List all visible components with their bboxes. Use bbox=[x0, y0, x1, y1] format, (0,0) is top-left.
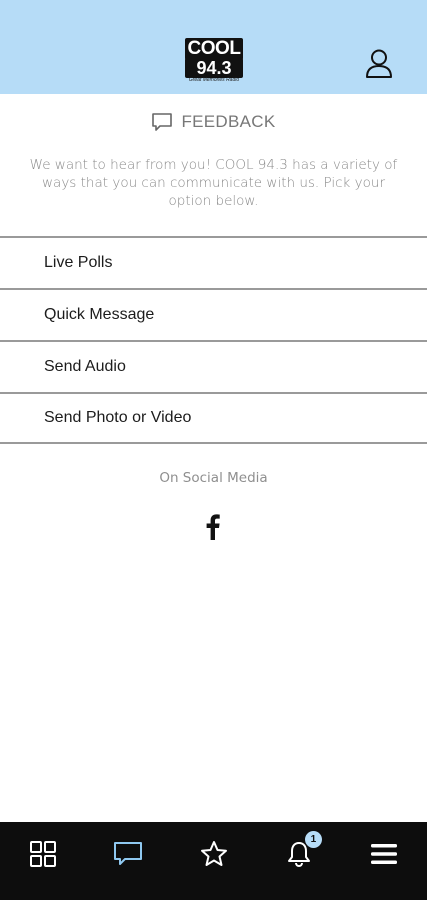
menu-item-label: Send Audio bbox=[44, 358, 126, 375]
logo-text-line1: COOL bbox=[185, 38, 243, 60]
menu-item-label: Quick Message bbox=[44, 306, 155, 323]
station-logo: COOL 94.3 Great Memories Radio bbox=[181, 38, 247, 84]
chat-icon bbox=[152, 113, 173, 131]
user-icon bbox=[366, 49, 392, 78]
nav-home[interactable] bbox=[0, 822, 85, 900]
nav-menu[interactable] bbox=[342, 822, 427, 900]
menu-item-quick-message[interactable]: Quick Message bbox=[0, 288, 427, 340]
app-header: COOL 94.3 Great Memories Radio bbox=[0, 0, 427, 94]
nav-favorites[interactable] bbox=[171, 822, 256, 900]
bottom-navigation: 1 bbox=[0, 822, 427, 900]
feedback-options-list: Live Polls Quick Message Send Audio Send… bbox=[0, 236, 427, 444]
menu-item-live-polls[interactable]: Live Polls bbox=[0, 236, 427, 288]
profile-button[interactable] bbox=[364, 48, 394, 80]
feedback-heading: FEEDBACK bbox=[0, 110, 427, 134]
menu-icon bbox=[371, 844, 398, 864]
menu-item-label: Live Polls bbox=[44, 254, 113, 271]
nav-notifications[interactable]: 1 bbox=[256, 822, 341, 900]
logo-tagline: Great Memories Radio bbox=[188, 77, 240, 83]
feedback-title-text: FEEDBACK bbox=[181, 112, 276, 131]
menu-item-send-photo-video[interactable]: Send Photo or Video bbox=[0, 392, 427, 444]
logo-text-line2: 94.3 bbox=[185, 58, 243, 78]
nav-feedback[interactable] bbox=[85, 822, 170, 900]
menu-item-label: Send Photo or Video bbox=[44, 409, 192, 426]
social-media-label: On Social Media bbox=[159, 470, 268, 486]
facebook-button[interactable] bbox=[203, 512, 223, 542]
menu-item-send-audio[interactable]: Send Audio bbox=[0, 340, 427, 392]
feedback-intro: We want to hear from you! COOL 94.3 has … bbox=[29, 157, 398, 209]
notification-badge: 1 bbox=[304, 831, 322, 848]
grid-icon bbox=[29, 841, 56, 867]
chat-icon bbox=[114, 842, 143, 865]
star-icon bbox=[200, 841, 227, 866]
facebook-icon bbox=[206, 514, 220, 540]
